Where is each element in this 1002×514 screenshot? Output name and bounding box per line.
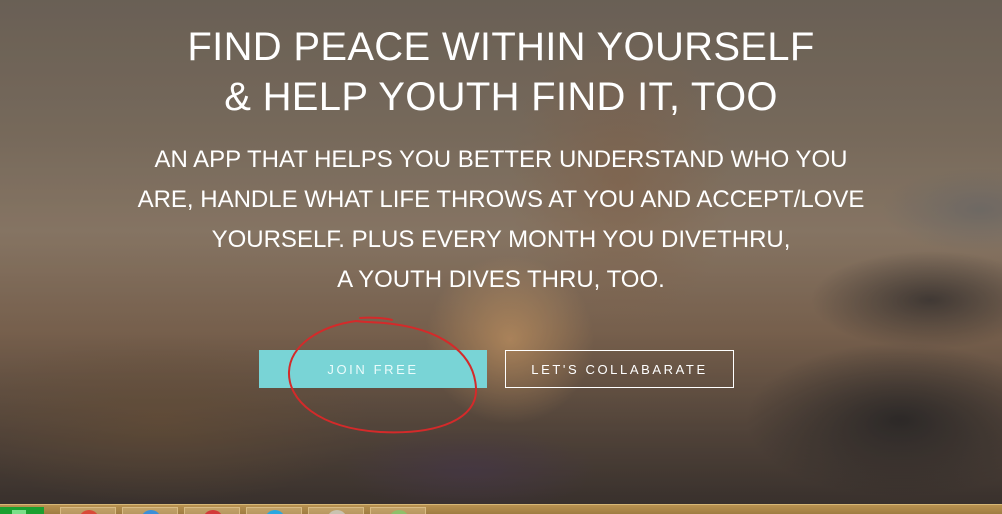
hero-section: FIND PEACE WITHIN YOURSELF & HELP YOUTH … xyxy=(0,0,1002,514)
subheadline-line-3: YOURSELF. PLUS EVERY MONTH YOU DIVETHRU, xyxy=(211,226,791,253)
headline-line-2: & HELP YOUTH FIND IT, TOO xyxy=(224,75,778,119)
subheadline-line-1: AN APP THAT HELPS YOU BETTER UNDERSTAND … xyxy=(154,146,848,173)
notepad-icon xyxy=(389,510,409,514)
subheadline-line-2: ARE, HANDLE WHAT LIFE THROWS AT YOU AND … xyxy=(137,186,865,213)
taskbar-item-notepad[interactable] xyxy=(370,507,426,514)
taskbar-item-folder[interactable] xyxy=(308,507,364,514)
hero-headline: FIND PEACE WITHIN YOURSELF & HELP YOUTH … xyxy=(0,22,1002,122)
headline-line-1: FIND PEACE WITHIN YOURSELF xyxy=(187,25,815,69)
windows-taskbar xyxy=(0,504,1002,514)
join-free-label: JOIN FREE xyxy=(327,361,419,377)
skype-icon xyxy=(265,510,285,514)
opera-icon xyxy=(203,510,223,514)
start-button[interactable] xyxy=(0,507,44,514)
windows-logo-icon xyxy=(12,510,26,514)
taskbar-item-chrome[interactable] xyxy=(60,507,116,514)
chrome-icon xyxy=(79,510,99,514)
collaborate-label: LET'S COLLABARATE xyxy=(531,361,708,377)
folder-icon xyxy=(327,510,347,514)
ie-icon xyxy=(141,510,161,514)
taskbar-item-skype[interactable] xyxy=(246,507,302,514)
hero-subheadline: AN APP THAT HELPS YOU BETTER UNDERSTAND … xyxy=(0,140,1002,300)
taskbar-item-ie[interactable] xyxy=(122,507,178,514)
collaborate-button[interactable]: LET'S COLLABARATE xyxy=(505,350,734,388)
join-free-button[interactable]: JOIN FREE xyxy=(259,350,487,388)
taskbar-item-opera[interactable] xyxy=(184,507,240,514)
subheadline-line-4: A YOUTH DIVES THRU, TOO. xyxy=(337,266,665,293)
